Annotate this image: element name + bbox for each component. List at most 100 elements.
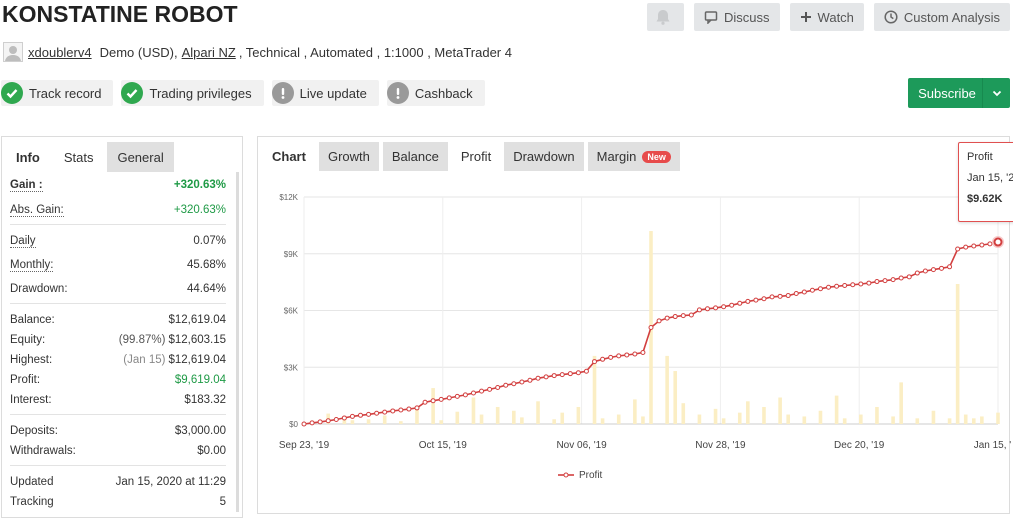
data-point [963,244,969,250]
data-point [349,413,355,419]
data-point [809,287,815,293]
bar [681,403,686,424]
bar [721,418,726,424]
bar [697,414,702,424]
bar [616,414,621,424]
data-point [543,374,549,380]
discuss-label: Discuss [724,9,770,25]
stat-drawdown: Drawdown: 44.64% [10,279,226,299]
badge-cashback[interactable]: Cashback [386,80,485,106]
bar [520,417,524,424]
stat-label: Interest: [10,394,52,406]
discuss-button[interactable]: Discuss [694,3,780,31]
data-point [906,274,912,280]
data-point [495,384,501,390]
bar [495,406,500,424]
stat-label[interactable]: Daily [10,235,36,248]
watch-button[interactable]: Watch [789,3,864,31]
broker-link[interactable]: Alpari NZ [182,45,236,60]
tab-stats[interactable]: Stats [53,142,104,172]
comment-icon [704,11,718,24]
stat-note: (99.87%) [118,334,166,346]
stat-profit: Profit: $9,619.04 [10,370,226,390]
data-point [438,396,444,402]
stat-value: $12,619.04 [168,314,226,326]
data-point [430,398,436,404]
data-point [971,243,977,249]
data-point [341,415,347,421]
x-tick-label: Nov 06, '19 [556,440,607,451]
data-point [551,373,557,379]
stat-value: 45.68% [186,259,226,271]
stat-balance: Balance: $12,619.04 [10,310,226,330]
bar [859,414,863,424]
bar [842,418,847,424]
bar [762,406,766,424]
check-icon [121,82,144,104]
stat-label: Highest: [10,354,53,366]
data-point [600,356,606,362]
stat-label[interactable]: Monthly: [10,259,54,272]
stat-label: Tracking [10,496,54,508]
data-point [487,386,493,392]
notify-button[interactable] [647,3,685,31]
data-point [406,406,412,412]
data-point [955,246,961,252]
legend-label: Profit [579,470,603,481]
profit-chart[interactable]: $0 $3K $6K $9K $12K Sep 23, '19 Oct 15, '19 Nov… [258,137,1011,515]
bar [536,401,540,424]
tab-general[interactable]: General [107,142,174,172]
data-point [608,354,614,360]
bar [899,382,903,424]
chevron-down-icon[interactable] [982,78,1010,108]
bar [713,408,718,424]
subscribe-button[interactable]: Subscribe [908,78,1010,108]
bar [786,414,790,424]
exclamation-icon [271,82,294,104]
bar [471,397,476,424]
data-point [357,412,363,418]
bar [552,419,556,424]
custom-analysis-label: Custom Analysis [903,9,1000,25]
bar [592,355,597,424]
data-point [382,409,388,415]
data-point [535,375,541,381]
username-link[interactable]: xdoublerv4 [28,45,92,60]
bar [399,421,403,424]
data-point [866,280,872,286]
data-point [672,314,678,320]
bar [875,406,879,424]
bar [641,416,645,424]
data-point [624,352,630,358]
stat-note: (Jan 15) [123,354,166,366]
custom-analysis-button[interactable]: Custom Analysis [873,3,1010,31]
stat-label[interactable]: Abs. Gain: [10,204,64,217]
stat-label: Drawdown: [10,283,68,295]
chart-panel: Chart Growth Balance Profit Drawdown Mar… [257,136,1011,515]
data-point [922,268,928,274]
data-point [503,382,509,388]
badge-track-record[interactable]: Track record [1,80,114,106]
stat-updated: Updated Jan 15, 2020 at 11:29 [10,472,226,492]
bar [431,388,435,424]
data-point [398,407,404,413]
x-tick-label: Nov 28, '19 [695,440,746,451]
data-point [842,283,848,289]
stat-value: +320.63% [173,179,226,191]
avatar[interactable] [3,42,23,62]
bar [576,406,581,424]
data-point [801,289,807,295]
stat-tracking: Tracking 5 [10,492,226,512]
bar [560,412,565,424]
data-point [688,312,694,318]
data-point [947,264,953,270]
data-point [753,297,759,303]
bar [834,395,839,424]
badge-label: Cashback [414,85,473,101]
x-tick-label: Jan 15, '20 [974,440,1011,451]
badge-live-update[interactable]: Live update [271,80,379,106]
stat-label[interactable]: Gain : [10,179,43,192]
bar [600,418,605,424]
badge-trading-privileges[interactable]: Trading privileges [121,80,264,106]
tab-info[interactable]: Info [6,142,50,172]
